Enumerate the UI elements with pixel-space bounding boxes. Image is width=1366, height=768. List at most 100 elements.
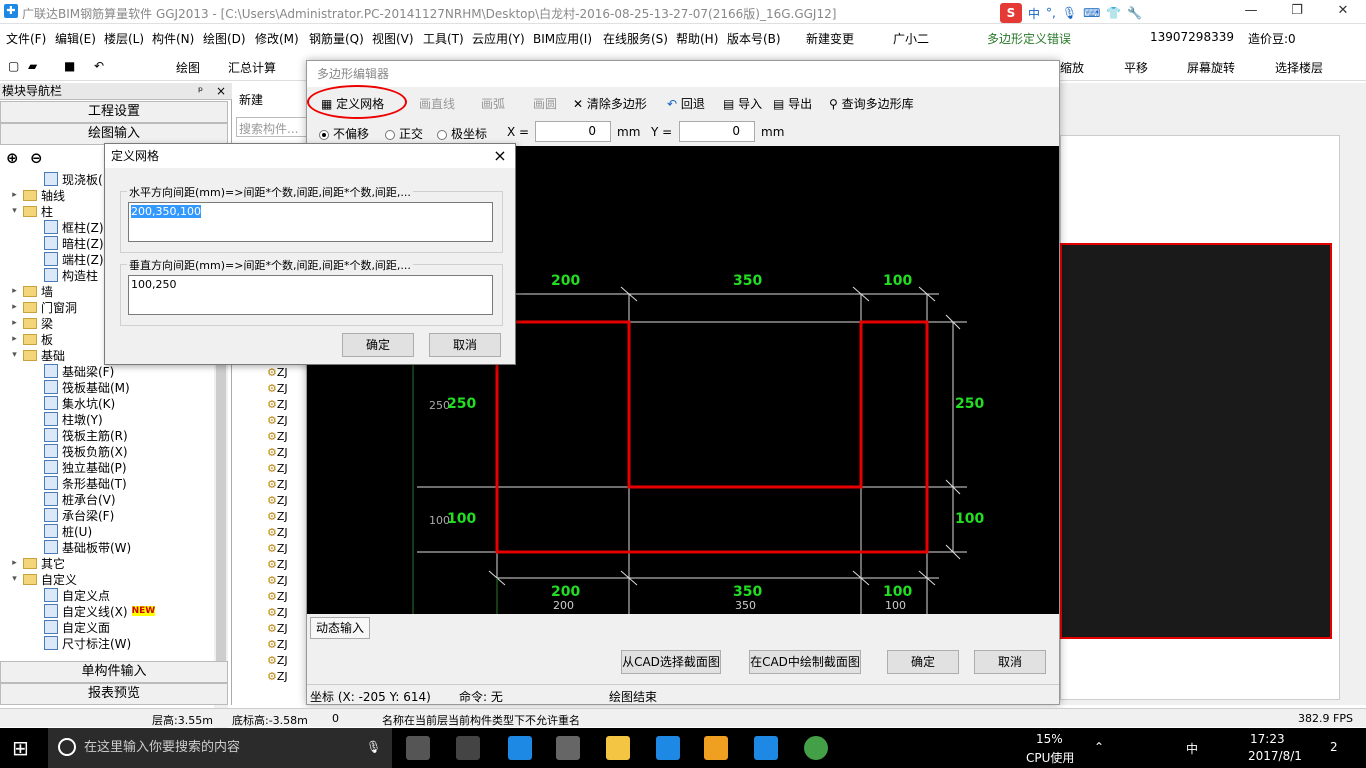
drawing-input-button[interactable]: 绘图输入 <box>0 123 228 145</box>
menu-cloud[interactable]: 云应用(Y) <box>472 30 525 47</box>
draw-arc-button[interactable]: 画弧 <box>481 95 505 112</box>
mic-icon[interactable]: 🎙 <box>366 740 381 754</box>
query-polygon-library-button[interactable]: ⚲ 查询多边形库 <box>829 95 914 112</box>
import-button[interactable]: ▤ 导入 <box>723 95 762 112</box>
zoom-button[interactable]: 缩放 <box>1060 59 1084 76</box>
tree-item[interactable]: 基础板带(W) <box>44 539 131 555</box>
ime-lang-indicator[interactable]: 中 <box>1186 740 1198 757</box>
taskbar-search[interactable]: 在这里输入你要搜索的内容 <box>48 728 392 768</box>
tree-item[interactable]: 条形基础(T) <box>44 475 127 491</box>
ime-tools-icon[interactable]: 🔧 <box>1127 6 1142 20</box>
report-preview-button[interactable]: 报表预览 <box>0 683 228 705</box>
component-list-item[interactable]: ⚙ZJ <box>267 478 288 491</box>
ime-keyboard-icon[interactable]: ⌨ <box>1083 6 1100 20</box>
draw-circle-button[interactable]: 画圆 <box>533 95 557 112</box>
menu-view[interactable]: 视图(V) <box>372 30 414 47</box>
user-phone[interactable]: 13907298339 <box>1150 30 1234 44</box>
pan-button[interactable]: 平移 <box>1124 59 1148 76</box>
component-list-item[interactable]: ⚙ZJ <box>267 446 288 459</box>
tree-item[interactable]: 尺寸标注(W) <box>44 635 131 651</box>
ime-toolbar[interactable]: S 中 °, 🎙 ⌨ 👕 🔧 <box>1000 2 1142 24</box>
draw-button[interactable]: 绘图 <box>176 59 200 76</box>
component-list-item[interactable]: ⚙ZJ <box>267 398 288 411</box>
tree-item[interactable]: 框柱(Z) <box>44 219 104 235</box>
expander-icon[interactable]: ▸ <box>10 318 19 328</box>
file-explorer-icon[interactable] <box>606 736 630 760</box>
menu-bim[interactable]: BIM应用(I) <box>533 30 592 47</box>
component-list-item[interactable]: ⚙ZJ <box>267 510 288 523</box>
tree-item[interactable]: ▸ 墙 <box>10 283 53 299</box>
pin-icon[interactable]: ᵖ <box>198 83 203 99</box>
tree-item[interactable]: ▾ 自定义 <box>10 571 77 587</box>
component-list-item[interactable]: ⚙ZJ <box>267 494 288 507</box>
expand-all-icon[interactable]: ⊕ <box>6 149 19 167</box>
component-list-item[interactable]: ⚙ZJ <box>267 430 288 443</box>
ime-skin-icon[interactable]: 👕 <box>1106 6 1121 20</box>
polar-radio[interactable]: 极坐标 <box>437 125 487 142</box>
ggj-app-icon[interactable] <box>754 736 778 760</box>
component-list-item[interactable]: ⚙ZJ <box>267 462 288 475</box>
tree-item[interactable]: 自定义点 <box>44 587 110 603</box>
windows-start-icon[interactable]: ⊞ <box>12 736 36 760</box>
component-list-item[interactable]: ⚙ZJ <box>267 574 288 587</box>
restore-button[interactable]: ❐ <box>1274 0 1320 24</box>
tree-item[interactable]: 桩(U) <box>44 523 92 539</box>
no-offset-radio[interactable]: 不偏移 <box>319 125 369 142</box>
menu-modify[interactable]: 修改(M) <box>255 30 299 47</box>
open-folder-icon[interactable]: ▰ <box>28 59 37 73</box>
tree-item[interactable]: 筏板负筋(X) <box>44 443 128 459</box>
tray-up-icon[interactable]: ⌃ <box>1094 740 1104 754</box>
project-settings-button[interactable]: 工程设置 <box>0 101 228 123</box>
undo-icon[interactable]: ↶ <box>94 59 104 73</box>
minimize-button[interactable]: — <box>1228 0 1274 24</box>
ime-mic-icon[interactable]: 🎙 <box>1062 6 1077 20</box>
select-from-cad-button[interactable]: 从CAD选择截面图 <box>621 650 721 674</box>
tree-item[interactable]: ▸ 梁 <box>10 315 53 331</box>
menu-edit[interactable]: 编辑(E) <box>55 30 96 47</box>
save-icon[interactable]: ■ <box>64 59 75 73</box>
close-button[interactable]: ✕ <box>1320 0 1366 24</box>
tree-item[interactable]: ▸ 板 <box>10 331 53 347</box>
component-list-item[interactable]: ⚙ZJ <box>267 654 288 667</box>
clock-time[interactable]: 17:23 <box>1250 732 1285 746</box>
expander-icon[interactable]: ▾ <box>10 574 19 584</box>
tree-item[interactable]: 自定义线(X) NEW <box>44 603 156 619</box>
tree-item[interactable]: 暗柱(Z) <box>44 235 104 251</box>
tree-item[interactable]: ▾ 柱 <box>10 203 53 219</box>
tree-item[interactable]: ▸ 门窗洞 <box>10 299 77 315</box>
tree-item[interactable]: 自定义面 <box>44 619 110 635</box>
component-list-item[interactable]: ⚙ZJ <box>267 526 288 539</box>
cost-beans[interactable]: 造价豆:0 <box>1248 30 1296 47</box>
store-icon[interactable] <box>556 736 580 760</box>
tree-item[interactable]: 独立基础(P) <box>44 459 127 475</box>
ime-punct-icon[interactable]: °, <box>1046 6 1056 20</box>
new-component-button[interactable]: 新建 <box>239 91 263 108</box>
menu-draw[interactable]: 绘图(D) <box>203 30 246 47</box>
tree-item[interactable]: 端柱(Z) <box>44 251 104 267</box>
dialog-ok-button[interactable]: 确定 <box>342 333 414 357</box>
expander-icon[interactable]: ▸ <box>10 286 19 296</box>
glodon-g-icon[interactable] <box>656 736 680 760</box>
edge-icon[interactable] <box>508 736 532 760</box>
dynamic-input-tab[interactable]: 动态输入 <box>310 617 370 639</box>
tree-item[interactable]: 构造柱 <box>44 267 98 283</box>
menu-file[interactable]: 文件(F) <box>6 30 46 47</box>
menu-help[interactable]: 帮助(H) <box>676 30 718 47</box>
expander-icon[interactable]: ▸ <box>10 558 19 568</box>
draw-line-button[interactable]: 画直线 <box>419 95 455 112</box>
expander-icon[interactable]: ▸ <box>10 334 19 344</box>
dialog-cancel-button[interactable]: 取消 <box>429 333 501 357</box>
ortho-radio[interactable]: 正交 <box>385 125 423 142</box>
tree-item[interactable]: ▸ 其它 <box>10 555 65 571</box>
summary-calc-button[interactable]: 汇总计算 <box>228 59 276 76</box>
x-input[interactable]: 0 <box>535 121 611 142</box>
rotate-button[interactable]: 屏幕旋转 <box>1187 59 1235 76</box>
tree-item[interactable]: 筏板主筋(R) <box>44 427 128 443</box>
panel-close-icon[interactable]: × <box>216 83 226 99</box>
menu-online[interactable]: 在线服务(S) <box>603 30 668 47</box>
component-search-input[interactable]: 搜索构件... <box>236 117 308 137</box>
tree-item[interactable]: 集水坑(K) <box>44 395 115 411</box>
tree-item[interactable]: 承台梁(F) <box>44 507 114 523</box>
export-button[interactable]: ▤ 导出 <box>773 95 812 112</box>
notes-icon[interactable] <box>704 736 728 760</box>
